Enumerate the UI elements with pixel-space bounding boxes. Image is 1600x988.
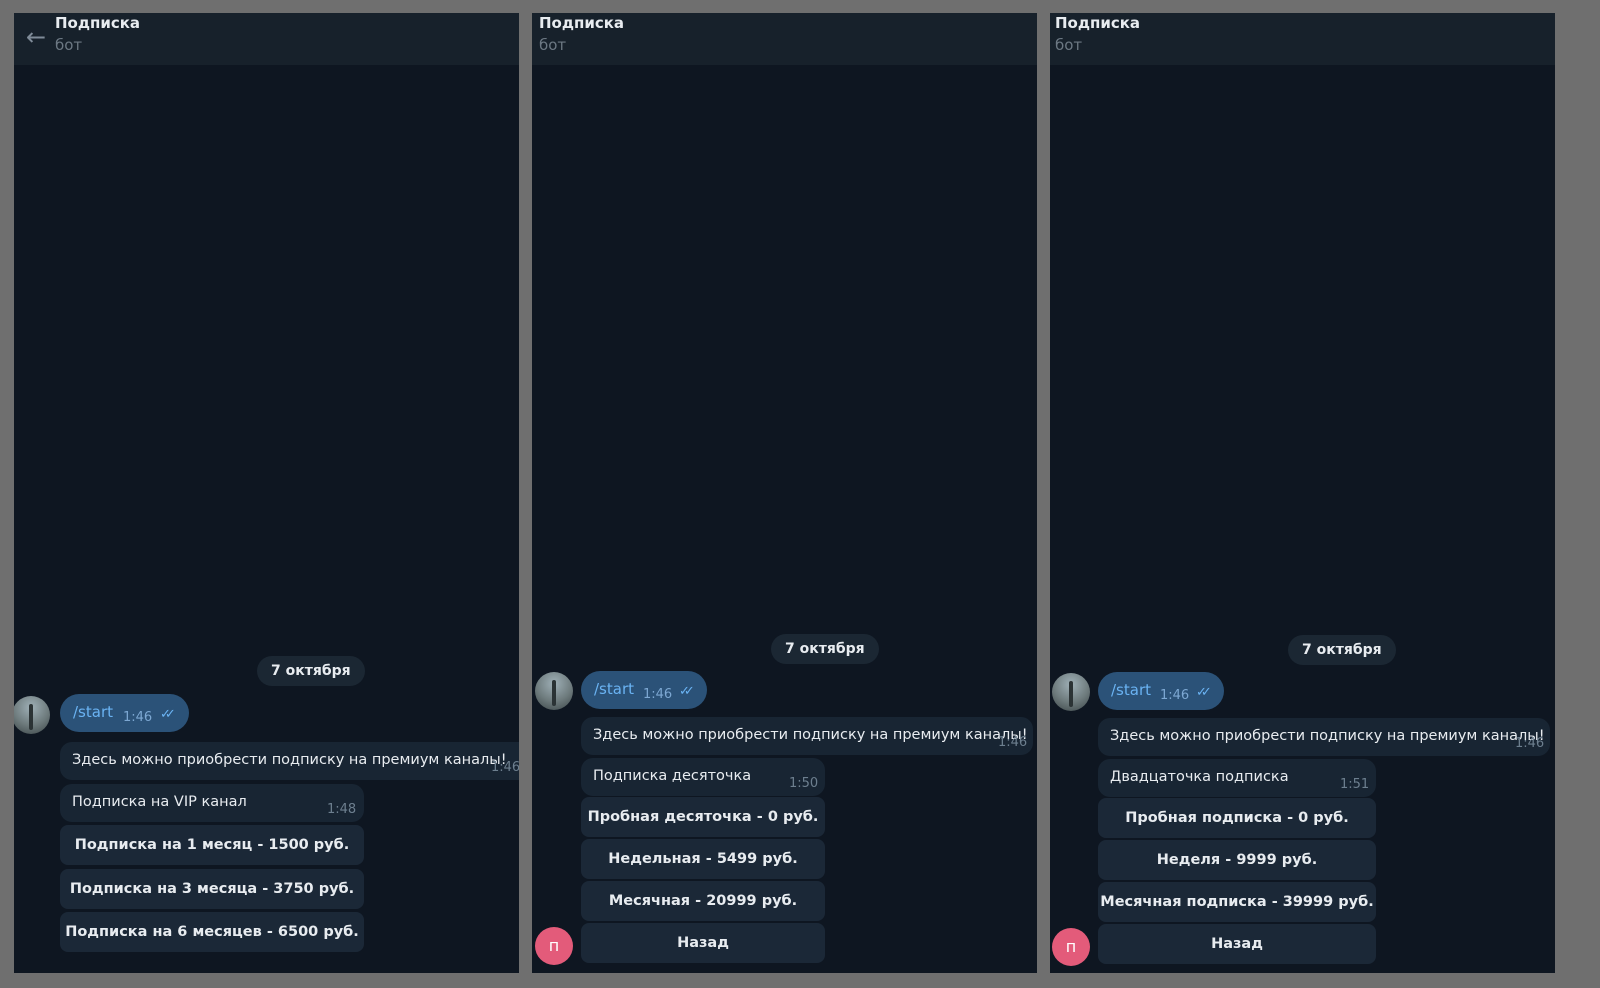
inline-button-monthly[interactable]: Месячная - 20999 руб.: [581, 881, 825, 921]
message-text: /start: [73, 703, 113, 721]
chat-subtitle: бот: [539, 36, 567, 54]
message-time: 1:46: [1160, 688, 1190, 703]
message-text: Здесь можно приобрести подписку на преми…: [593, 727, 1028, 743]
chat-title[interactable]: Подписка: [55, 14, 140, 32]
message-text: Подписка на VIP канал: [72, 794, 247, 810]
message-time: 1:46: [998, 735, 1028, 750]
inline-button-weekly[interactable]: Недельная - 5499 руб.: [581, 839, 825, 879]
inline-button-1-month[interactable]: Подписка на 1 месяц - 1500 руб.: [60, 825, 364, 865]
message-text: Подписка десяточка: [593, 768, 752, 784]
message-text: /start: [594, 680, 634, 698]
inline-button-weekly[interactable]: Неделя - 9999 руб.: [1098, 840, 1376, 880]
inline-button-trial[interactable]: Пробная десяточка - 0 руб.: [581, 797, 825, 837]
chat-title[interactable]: Подписка: [1055, 14, 1140, 32]
chat-header: Подписка бот: [1050, 13, 1555, 65]
message-time: 1:46: [643, 687, 673, 702]
chat-panel-1: ← Подписка бот 7 октября /start 1:46 ✓✓ …: [14, 13, 519, 973]
outgoing-message: /start 1:46 ✓✓: [581, 671, 707, 709]
chat-title[interactable]: Подписка: [539, 14, 624, 32]
message-time: 1:48: [327, 802, 357, 817]
outgoing-message: /start 1:46 ✓✓: [60, 694, 189, 732]
message-text: Здесь можно приобрести подписку на преми…: [1110, 728, 1545, 744]
chat-subtitle: бот: [55, 36, 83, 54]
avatar[interactable]: [535, 672, 573, 710]
incoming-message: Здесь можно приобрести подписку на преми…: [60, 742, 519, 780]
double-check-icon: ✓✓: [1196, 685, 1212, 700]
inline-button-back[interactable]: Назад: [1098, 924, 1376, 964]
message-time: 1:51: [1340, 777, 1370, 792]
user-avatar[interactable]: п: [535, 927, 573, 965]
message-time: 1:46: [1515, 736, 1545, 751]
inline-button-3-months[interactable]: Подписка на 3 месяца - 3750 руб.: [60, 869, 364, 909]
date-separator: 7 октября: [771, 634, 879, 664]
inline-button-trial[interactable]: Пробная подписка - 0 руб.: [1098, 798, 1376, 838]
inline-button-back[interactable]: Назад: [581, 923, 825, 963]
date-separator: 7 октября: [257, 656, 365, 686]
outgoing-message: /start 1:46 ✓✓: [1098, 672, 1224, 710]
message-time: 1:46: [123, 710, 153, 725]
message-time: 1:50: [789, 776, 819, 791]
back-arrow-icon[interactable]: ←: [20, 21, 52, 53]
double-check-icon: ✓✓: [679, 684, 695, 699]
chat-header: ← Подписка бот: [14, 13, 519, 65]
avatar[interactable]: [14, 696, 50, 734]
chat-panel-3: Подписка бот 7 октября /start 1:46 ✓✓ Зд…: [1050, 13, 1555, 973]
inline-button-6-months[interactable]: Подписка на 6 месяцев - 6500 руб.: [60, 912, 364, 952]
incoming-message: Здесь можно приобрести подписку на преми…: [581, 717, 1033, 755]
message-text: /start: [1111, 681, 1151, 699]
menu-message: Подписка на VIP канал 1:48: [60, 784, 364, 822]
menu-message: Подписка десяточка 1:50: [581, 758, 825, 796]
menu-message: Двадцаточка подписка 1:51: [1098, 759, 1376, 797]
inline-button-monthly[interactable]: Месячная подписка - 39999 руб.: [1098, 882, 1376, 922]
incoming-message: Здесь можно приобрести подписку на преми…: [1098, 718, 1550, 756]
date-separator: 7 октября: [1288, 635, 1396, 665]
double-check-icon: ✓✓: [160, 707, 176, 722]
message-text: Двадцаточка подписка: [1110, 769, 1289, 785]
message-time: 1:46: [491, 760, 519, 775]
chat-header: Подписка бот: [532, 13, 1037, 65]
message-text: Здесь можно приобрести подписку на преми…: [72, 752, 507, 768]
avatar[interactable]: [1052, 673, 1090, 711]
chat-subtitle: бот: [1055, 36, 1083, 54]
user-avatar[interactable]: п: [1052, 928, 1090, 966]
chat-panel-2: Подписка бот 7 октября /start 1:46 ✓✓ Зд…: [532, 13, 1037, 973]
